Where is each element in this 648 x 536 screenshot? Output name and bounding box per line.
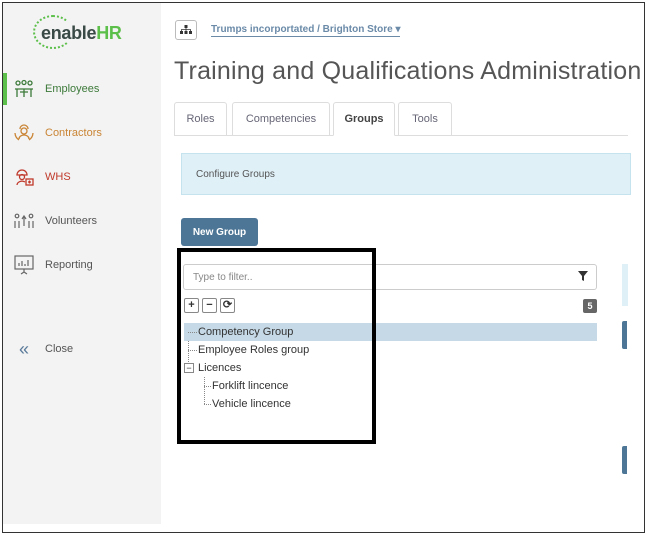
double-chevron-left-icon: « (18, 338, 29, 359)
details-panel-button-edge[interactable] (622, 446, 627, 474)
tree-node[interactable]: − Licences (184, 359, 597, 377)
group-tree: Competency Group Employee Roles group − … (184, 323, 597, 413)
new-group-button[interactable]: New Group (181, 218, 258, 246)
tab-tools[interactable]: Tools (398, 102, 452, 136)
refresh-icon: ⟳ (222, 299, 233, 311)
sidebar-close-button[interactable]: « Close (3, 333, 161, 365)
info-text: Configure Groups (196, 168, 275, 180)
tree-connector (204, 386, 211, 387)
sidebar-item-label: Employees (45, 83, 100, 95)
close-label: Close (45, 343, 74, 355)
logo-text: enableHR (41, 23, 122, 43)
sidebar-item-label: Contractors (45, 127, 102, 139)
count-badge: 5 (583, 299, 597, 313)
refresh-button[interactable]: ⟳ (220, 298, 235, 313)
tree-node-label: Competency Group (198, 326, 294, 338)
tree-node[interactable]: Forklift lincence (184, 377, 597, 395)
tree-node-label: Forklift lincence (212, 380, 289, 392)
tree-node-label: Vehicle lincence (212, 398, 291, 410)
sidebar-item-reporting[interactable]: Reporting (3, 249, 161, 281)
breadcrumb: Trumps incorportated / Brighton Store ▾ (175, 19, 401, 41)
sidebar-item-contractors[interactable]: Contractors (3, 117, 161, 149)
employees-icon (13, 78, 35, 100)
sidebar-item-volunteers[interactable]: Volunteers (3, 205, 161, 237)
tree-connector (188, 350, 197, 351)
sidebar-item-employees[interactable]: Employees (3, 73, 161, 105)
tree-connector (188, 332, 197, 333)
tab-bar: Roles Competencies Groups Tools (174, 102, 628, 136)
tab-roles[interactable]: Roles (174, 102, 227, 136)
sidebar-item-label: WHS (45, 171, 71, 183)
details-panel-button-edge[interactable] (622, 321, 627, 349)
filter-icon[interactable] (578, 271, 588, 284)
tab-competencies[interactable]: Competencies (232, 102, 330, 136)
sidebar-item-whs[interactable]: WHS (3, 161, 161, 193)
tree-connector (204, 404, 211, 405)
info-banner: Configure Groups (181, 153, 631, 195)
filter-input[interactable]: Type to filter.. (183, 264, 597, 290)
enablehr-logo[interactable]: enableHR (33, 15, 143, 51)
page-title: Training and Qualifications Administrati… (174, 57, 642, 85)
org-hierarchy-icon[interactable] (175, 20, 197, 40)
expand-all-button[interactable]: + (184, 298, 199, 313)
tree-node[interactable]: Vehicle lincence (184, 395, 597, 413)
details-panel-edge (622, 264, 628, 306)
app-window: enableHR Employees Contractors WHS Volun (2, 2, 645, 533)
sidebar-item-label: Reporting (45, 259, 93, 271)
organisation-selector[interactable]: Trumps incorportated / Brighton Store ▾ (211, 24, 401, 37)
tree-toolbar: + − ⟳ (184, 298, 235, 313)
sidebar-item-label: Volunteers (45, 215, 97, 227)
tree-node-label: Licences (198, 362, 242, 374)
sidebar: enableHR Employees Contractors WHS Volun (3, 3, 161, 524)
collapse-all-button[interactable]: − (202, 298, 217, 313)
tree-node-label: Employee Roles group (198, 344, 310, 356)
reporting-icon (13, 254, 35, 276)
volunteers-icon (13, 210, 35, 232)
filter-placeholder: Type to filter.. (193, 271, 253, 283)
contractors-icon (13, 122, 35, 144)
tree-node[interactable]: Employee Roles group (184, 341, 597, 359)
tree-node[interactable]: Competency Group (184, 323, 597, 341)
tab-groups[interactable]: Groups (333, 102, 395, 136)
whs-icon (13, 166, 35, 188)
collapse-node-icon[interactable]: − (184, 363, 194, 373)
